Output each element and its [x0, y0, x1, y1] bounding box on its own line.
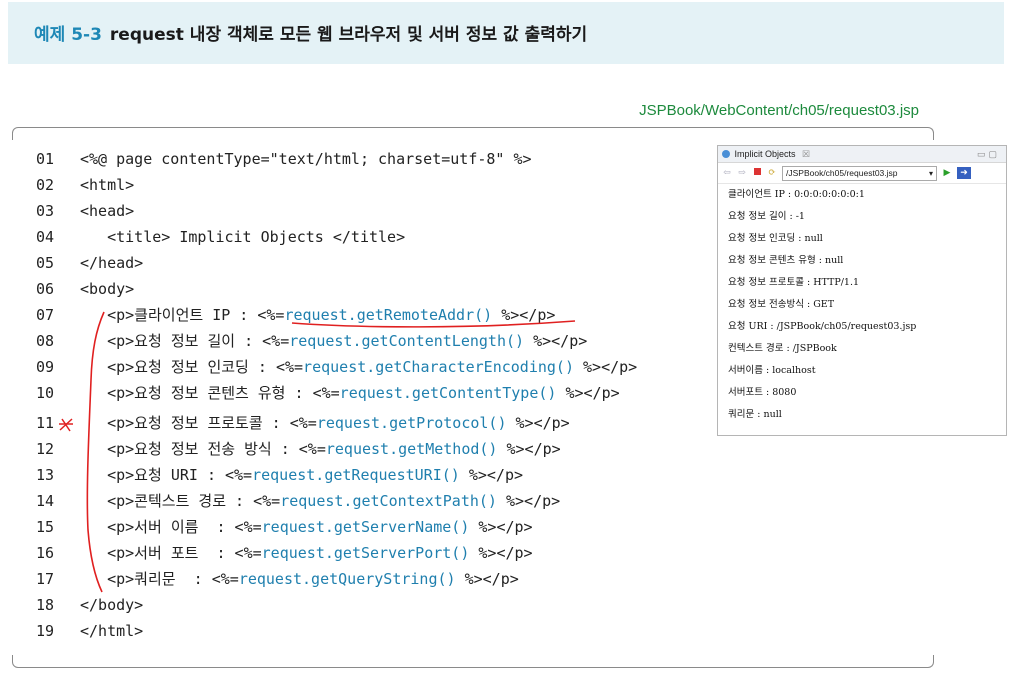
- handwritten-annotations: [59, 311, 576, 593]
- bracket-annotation: [86, 311, 105, 593]
- star-annotation: [59, 418, 73, 432]
- underline-annotation: [291, 320, 576, 328]
